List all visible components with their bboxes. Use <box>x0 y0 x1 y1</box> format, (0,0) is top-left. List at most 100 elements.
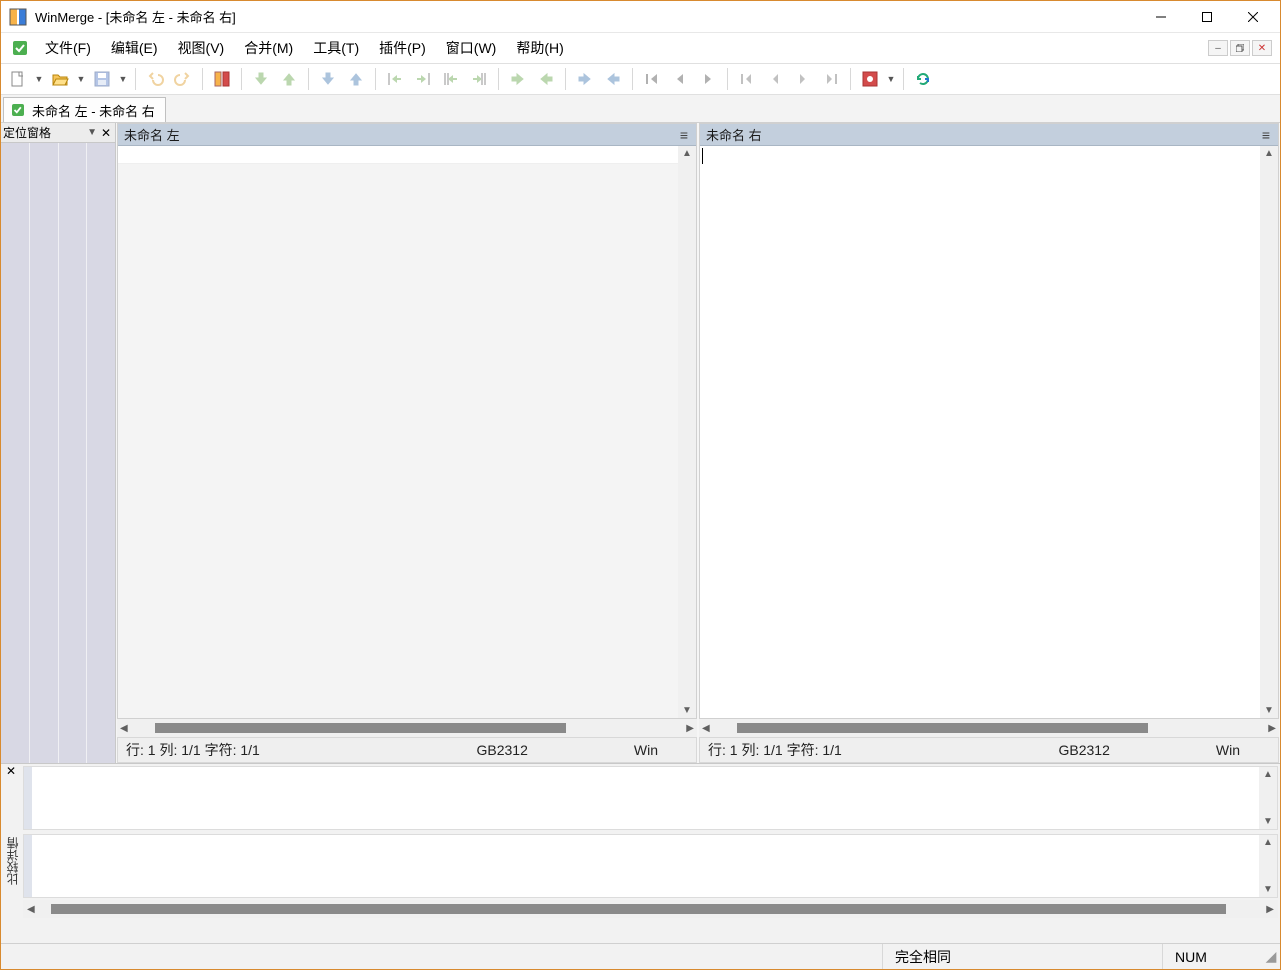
dropdown-icon[interactable]: ▼ <box>75 66 87 92</box>
titlebar: WinMerge - [未命名 左 - 未命名 右] <box>1 1 1280 33</box>
status-num: NUM <box>1162 944 1262 969</box>
diff-hscrollbar[interactable]: ◀▶ <box>23 900 1278 918</box>
undo-button <box>142 66 168 92</box>
nav-next-icon <box>794 70 812 88</box>
resize-grip-icon[interactable]: ◢ <box>1262 948 1280 965</box>
location-pane-close-icon[interactable]: ✕ <box>99 126 113 140</box>
dropdown-icon: ▼ <box>117 66 129 92</box>
diff-up-icon <box>347 70 365 88</box>
diff-next-button <box>248 66 274 92</box>
nav-last-icon <box>822 70 840 88</box>
arrow-right-button <box>505 66 531 92</box>
menu-window[interactable]: 窗口(W) <box>436 34 507 62</box>
document-tab[interactable]: 未命名 左 - 未命名 右 <box>3 97 166 122</box>
menubar: 文件(F) 编辑(E) 视图(V) 合并(M) 工具(T) 插件(P) 窗口(W… <box>1 33 1280 63</box>
merge-right-icon <box>414 70 432 88</box>
mdi-restore-button[interactable] <box>1230 40 1250 56</box>
dropdown-icon[interactable]: ▼ <box>885 66 897 92</box>
first-icon <box>643 70 661 88</box>
arrow-ll-icon <box>604 70 622 88</box>
right-pane: 未命名 右 ≡ ▲▼ <box>699 123 1279 719</box>
mdi-close-button[interactable]: ✕ <box>1252 40 1272 56</box>
pane-menu-icon[interactable]: ≡ <box>1260 127 1272 143</box>
location-pane-body[interactable] <box>1 143 115 763</box>
nav-last-button <box>818 66 844 92</box>
right-editor[interactable] <box>700 146 1260 718</box>
save-button <box>89 66 115 92</box>
menu-file[interactable]: 文件(F) <box>35 34 101 62</box>
doc-tab-label: 未命名 左 - 未命名 右 <box>32 101 155 120</box>
menu-plugins[interactable]: 插件(P) <box>369 34 436 62</box>
diff-next-icon <box>252 70 270 88</box>
maximize-button[interactable] <box>1184 2 1230 32</box>
left-status-position: 行: 1 列: 1/1 字符: 1/1 <box>118 740 469 760</box>
location-pane: 定位窗格 ▼ ✕ <box>1 123 116 763</box>
dropdown-icon[interactable]: ▼ <box>33 66 45 92</box>
right-status-eol: Win <box>1208 742 1248 758</box>
toolbar-separator <box>632 68 633 90</box>
save-icon <box>93 70 111 88</box>
toolbar-separator <box>375 68 376 90</box>
location-pane-header: 定位窗格 ▼ ✕ <box>1 123 115 143</box>
toolbar-separator <box>850 68 851 90</box>
vscrollbar[interactable]: ▲▼ <box>1259 767 1277 829</box>
mdi-controls: – ✕ <box>1208 40 1276 56</box>
toolbar-separator <box>727 68 728 90</box>
refresh-icon <box>914 70 932 88</box>
menu-view[interactable]: 视图(V) <box>168 34 235 62</box>
merge-left-icon <box>386 70 404 88</box>
minimize-button[interactable] <box>1138 2 1184 32</box>
diff-row-top: ▲▼ <box>23 766 1278 830</box>
toolbar-separator <box>565 68 566 90</box>
menu-tools[interactable]: 工具(T) <box>303 34 369 62</box>
merge-right-all-button <box>466 66 492 92</box>
options-button[interactable] <box>857 66 883 92</box>
diff-pane-label: 比较详情 <box>1 780 21 943</box>
statusbar: 完全相同 NUM ◢ <box>1 943 1280 969</box>
right-status-position: 行: 1 列: 1/1 字符: 1/1 <box>700 740 1051 760</box>
merge-left-all-icon <box>442 70 460 88</box>
nav-prev-button <box>762 66 788 92</box>
open-button[interactable] <box>47 66 73 92</box>
next-page-icon <box>699 70 717 88</box>
menu-edit[interactable]: 编辑(E) <box>101 34 168 62</box>
merge-right-all-icon <box>470 70 488 88</box>
compare-icon <box>213 70 231 88</box>
right-pane-status: 行: 1 列: 1/1 字符: 1/1 GB2312 Win <box>699 737 1279 763</box>
menu-merge[interactable]: 合并(M) <box>234 34 303 62</box>
toolbar-separator <box>241 68 242 90</box>
close-button[interactable] <box>1230 2 1276 32</box>
vscrollbar[interactable]: ▲▼ <box>678 146 696 718</box>
undo-icon <box>146 70 164 88</box>
next-page-button <box>695 66 721 92</box>
diff-row-body[interactable] <box>32 767 1259 829</box>
diff-pane-close-icon[interactable]: ✕ <box>1 764 21 780</box>
mdi-minimize-button[interactable]: – <box>1208 40 1228 56</box>
hscrollbar-right[interactable]: ◀▶ <box>699 719 1279 737</box>
refresh-button[interactable] <box>910 66 936 92</box>
diff-row-body[interactable] <box>32 835 1259 897</box>
pane-menu-icon[interactable]: ≡ <box>678 127 690 143</box>
merge-right-button <box>410 66 436 92</box>
left-editor[interactable] <box>118 146 678 718</box>
chevron-down-icon[interactable]: ▼ <box>85 127 99 138</box>
toolbar-separator <box>903 68 904 90</box>
left-pane-header: 未命名 左 ≡ <box>118 124 696 146</box>
prev-page-icon <box>671 70 689 88</box>
vscrollbar[interactable]: ▲▼ <box>1259 835 1277 897</box>
main-area: 定位窗格 ▼ ✕ 未命名 左 ≡ ▲▼ <box>1 123 1280 763</box>
nav-next-button <box>790 66 816 92</box>
menu-help[interactable]: 帮助(H) <box>506 34 573 62</box>
hscrollbar-left[interactable]: ◀▶ <box>117 719 697 737</box>
compare-button[interactable] <box>209 66 235 92</box>
options-icon <box>861 70 879 88</box>
prev-page-button <box>667 66 693 92</box>
window-title: WinMerge - [未命名 左 - 未命名 右] <box>35 7 236 26</box>
doc-tab-icon <box>10 102 26 118</box>
toolbar: ▼ ▼ ▼ ▼ <box>1 63 1280 95</box>
merge-left-button <box>382 66 408 92</box>
redo-button <box>170 66 196 92</box>
new-button[interactable] <box>5 66 31 92</box>
vscrollbar[interactable]: ▲▼ <box>1260 146 1278 718</box>
right-pane-header: 未命名 右 ≡ <box>700 124 1278 146</box>
